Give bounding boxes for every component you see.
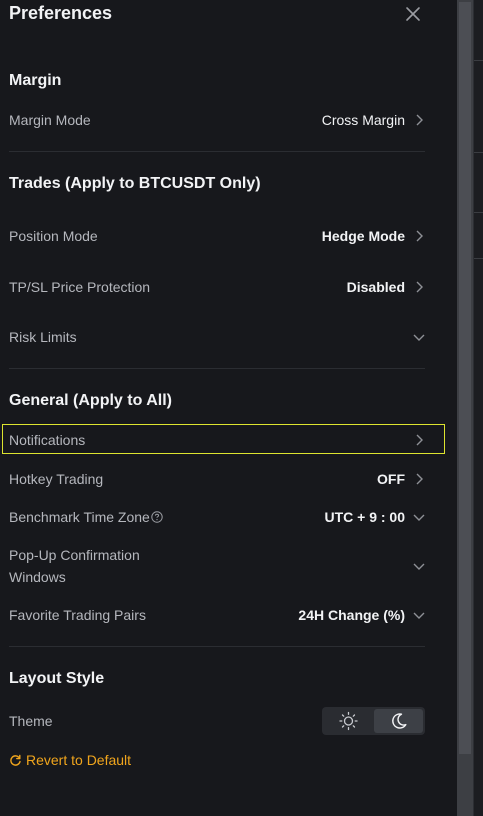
section-title-layout-style: Layout Style [9, 670, 105, 687]
dark-theme-button[interactable] [374, 709, 423, 733]
row-label-text: Benchmark Time Zone [9, 509, 150, 525]
chevron-down-icon [413, 612, 425, 619]
help-circle-icon[interactable] [151, 511, 163, 523]
divider [9, 646, 425, 647]
row-value: Disabled [346, 279, 405, 295]
sun-icon [339, 711, 358, 731]
row-label: TP/SL Price Protection [9, 279, 151, 295]
chevron-right-icon [416, 434, 423, 446]
row-notifications[interactable]: Notifications [0, 426, 430, 454]
row-value: 24H Change (%) [298, 607, 405, 623]
row-theme: Theme [0, 707, 300, 735]
row-value: OFF [377, 471, 405, 487]
light-theme-button[interactable] [324, 709, 373, 733]
theme-toggle[interactable] [322, 707, 425, 735]
chevron-right-icon [416, 114, 423, 126]
chevron-down-icon [413, 334, 425, 341]
row-label-line2: Windows [9, 569, 66, 585]
section-title-margin: Margin [9, 72, 62, 89]
revert-label: Revert to Default [26, 752, 132, 768]
chevron-right-icon [416, 473, 423, 485]
revert-to-default-link[interactable]: Revert to Default [9, 752, 131, 768]
chevron-down-icon [413, 563, 425, 570]
section-title-trades: Trades (Apply to BTCUSDT Only) [9, 175, 261, 192]
row-popup-confirmation-windows[interactable]: Pop-Up Confirmation Windows [0, 541, 430, 591]
moon-icon [392, 713, 407, 729]
row-label: Position Mode [9, 228, 98, 244]
row-label: Risk Limits [9, 329, 77, 345]
background-page-edge [473, 0, 483, 816]
row-hotkey-trading[interactable]: Hotkey Trading OFF [0, 465, 430, 493]
row-value: Cross Margin [321, 112, 405, 128]
row-margin-mode[interactable]: Margin Mode Cross Margin [0, 106, 430, 134]
chevron-down-icon [413, 514, 425, 521]
revert-icon [10, 754, 21, 766]
chevron-right-icon [416, 230, 423, 242]
row-benchmark-time-zone[interactable]: Benchmark Time Zone UTC + 9 : 00 [0, 503, 430, 531]
row-label: Favorite Trading Pairs [9, 607, 146, 623]
row-risk-limits[interactable]: Risk Limits [0, 323, 430, 351]
row-label: Benchmark Time Zone [9, 509, 163, 525]
page-title: Preferences [9, 3, 113, 23]
row-label: Margin Mode [9, 112, 91, 128]
divider [9, 151, 425, 152]
close-icon[interactable] [402, 3, 424, 25]
row-label-line1: Pop-Up Confirmation [9, 547, 140, 563]
row-position-mode[interactable]: Position Mode Hedge Mode [0, 222, 430, 250]
row-label: Notifications [9, 432, 86, 448]
row-value: Hedge Mode [321, 228, 405, 244]
row-favorite-trading-pairs[interactable]: Favorite Trading Pairs 24H Change (%) [0, 601, 430, 629]
chevron-right-icon [416, 281, 423, 293]
row-label: Theme [9, 713, 53, 729]
section-title-general: General (Apply to All) [9, 392, 172, 409]
row-label: Hotkey Trading [9, 471, 104, 487]
divider [9, 368, 425, 369]
preferences-panel: Preferences Margin Margin Mode Cross Mar… [0, 0, 457, 816]
row-value: UTC + 9 : 00 [324, 509, 405, 525]
row-tpsl-price-protection[interactable]: TP/SL Price Protection Disabled [0, 273, 430, 301]
scrollbar-thumb[interactable] [459, 2, 471, 754]
